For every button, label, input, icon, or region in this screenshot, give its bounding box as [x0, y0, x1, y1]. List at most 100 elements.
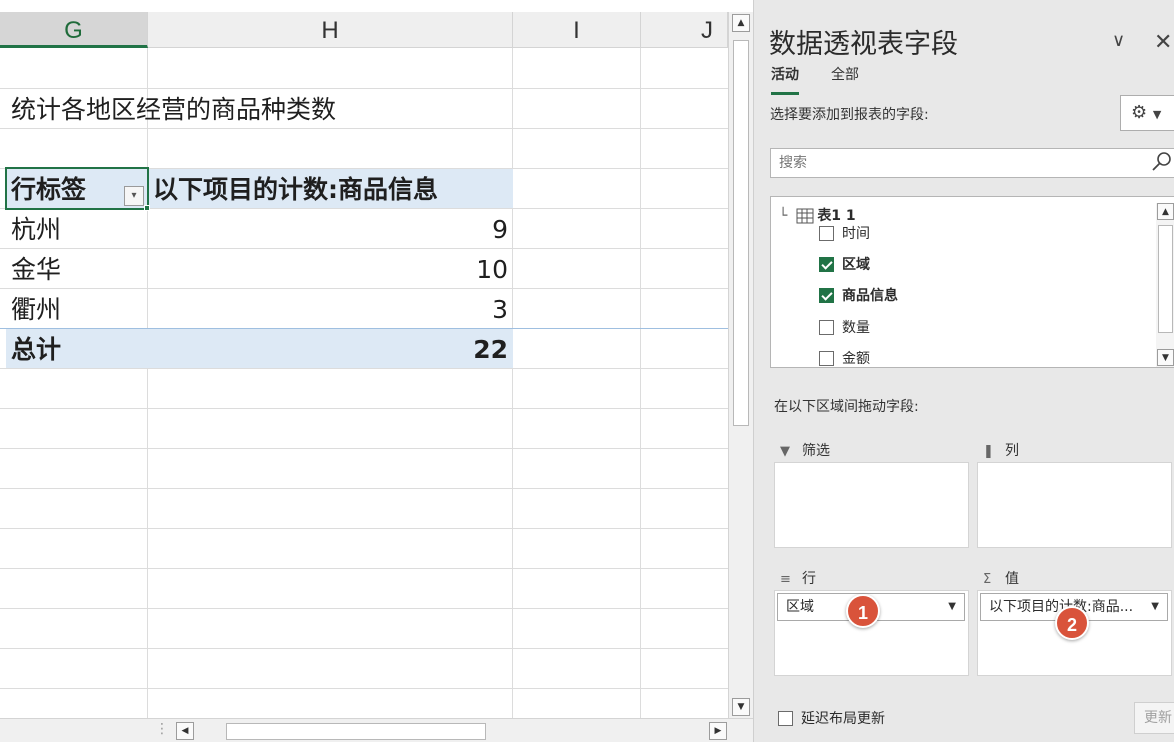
pivot-row-value[interactable]: 3 — [148, 288, 513, 328]
table-icon — [796, 208, 814, 224]
column-headers: G H I J — [0, 12, 728, 48]
scroll-left-button[interactable]: ◀ — [176, 722, 194, 740]
columns-area: ❚ 列 — [977, 432, 1172, 550]
search-icon[interactable] — [1150, 150, 1174, 174]
scroll-down-button[interactable]: ▼ — [1157, 349, 1174, 366]
fill-handle[interactable] — [144, 205, 150, 211]
field-label: 数量 — [842, 320, 870, 336]
column-header-h[interactable]: H — [148, 12, 513, 48]
defer-update-checkbox[interactable] — [778, 710, 793, 726]
filter-area-label: 筛选 — [802, 443, 830, 459]
pane-title: 数据透视表字段 — [769, 29, 958, 60]
values-area-label: 值 — [1005, 571, 1019, 587]
tab-all[interactable]: 全部 — [831, 64, 859, 92]
pivot-row-label[interactable]: 金华 — [6, 248, 66, 288]
gear-icon[interactable]: ⚙ ▼ — [1120, 95, 1174, 131]
field-label: 商品信息 — [842, 288, 898, 304]
grid-line — [640, 48, 641, 718]
field-checkbox[interactable] — [819, 287, 834, 303]
rows-icon: ≡ — [780, 572, 791, 587]
drag-fields-label: 在以下区域间拖动字段: — [774, 399, 919, 415]
scroll-up-button[interactable]: ▲ — [1157, 203, 1174, 220]
vertical-scroll-thumb[interactable] — [733, 40, 749, 426]
horizontal-scroll-thumb[interactable] — [226, 723, 486, 740]
column-header-j[interactable]: J — [641, 12, 728, 48]
tab-active[interactable]: 活动 — [771, 64, 799, 95]
filter-area: ▼ 筛选 — [774, 432, 969, 550]
scroll-down-button[interactable]: ▼ — [732, 698, 750, 716]
field-item[interactable]: 商品信息 — [819, 287, 898, 307]
field-checkbox[interactable] — [819, 319, 834, 335]
field-list-scroll-thumb[interactable] — [1158, 225, 1173, 333]
field-item[interactable]: 区域 — [819, 256, 870, 276]
grid-line — [0, 488, 728, 489]
vertical-scrollbar[interactable]: ▲ ▼ — [728, 12, 753, 718]
pivot-total-label[interactable]: 总计 — [6, 328, 66, 368]
filter-area-title: ▼ 筛选 — [780, 440, 830, 460]
scroll-up-button[interactable]: ▲ — [732, 14, 750, 32]
dropdown-arrow-icon[interactable]: ▼ — [948, 594, 956, 620]
pivot-row-value[interactable]: 10 — [148, 248, 513, 288]
cell-selection — [5, 167, 149, 210]
pivot-row-label[interactable]: 杭州 — [6, 208, 66, 248]
field-list-scrollbar[interactable]: ▲ ▼ — [1156, 203, 1174, 367]
grid-line — [0, 648, 728, 649]
grid-line — [512, 48, 513, 718]
grid-line — [0, 568, 728, 569]
field-checkbox[interactable] — [819, 225, 834, 241]
field-label: 区域 — [842, 257, 870, 273]
field-label: 时间 — [842, 226, 870, 242]
close-icon[interactable]: ✕ — [1154, 30, 1172, 55]
field-item[interactable]: 时间 — [819, 225, 870, 245]
grid-line — [0, 448, 728, 449]
grid-line — [0, 408, 728, 409]
filter-drop-zone[interactable] — [774, 462, 969, 548]
pivot-value-header[interactable]: 以下项目的计数:商品信息 — [148, 168, 443, 208]
step-badge-1: 1 — [846, 594, 880, 628]
field-checkbox[interactable] — [819, 256, 834, 272]
search-input[interactable] — [770, 148, 1174, 178]
rows-area-title: ≡ 行 — [780, 568, 816, 588]
field-item[interactable]: 金额 — [819, 350, 870, 367]
column-header-i[interactable]: I — [513, 12, 641, 48]
field-checkbox[interactable] — [819, 350, 834, 366]
grid-line — [0, 368, 728, 369]
horizontal-scrollbar[interactable]: ⋮ ◀ ▶ — [0, 718, 753, 742]
grid-line — [0, 608, 728, 609]
step-badge-2: 2 — [1055, 606, 1089, 640]
table-node[interactable]: └ 表1 1 — [779, 205, 856, 225]
sigma-icon: Σ — [983, 572, 992, 587]
grid-line — [0, 528, 728, 529]
pivot-field-pane: 数据透视表字段 ∨ ✕ 活动 全部 选择要添加到报表的字段: ⚙ ▼ └ 表1 … — [753, 0, 1174, 742]
dropdown-arrow-icon[interactable]: ▼ — [1151, 594, 1159, 620]
field-item[interactable]: 数量 — [819, 319, 870, 339]
column-header-g[interactable]: G — [0, 12, 148, 48]
columns-drop-zone[interactable] — [977, 462, 1172, 548]
pivot-total-value[interactable]: 22 — [148, 328, 513, 368]
choose-fields-label: 选择要添加到报表的字段: — [770, 107, 929, 123]
pivot-row-label[interactable]: 衢州 — [6, 288, 66, 328]
spreadsheet: G H I J 统计各地区经营的商品种类数 行标签 ▾ 以下项目的计数:商品信息… — [0, 0, 753, 742]
defer-update-option[interactable]: 延迟布局更新 — [778, 708, 885, 728]
title-cell[interactable]: 统计各地区经营的商品种类数 — [6, 88, 341, 128]
resize-grip-icon[interactable]: ⋮ — [155, 721, 169, 737]
field-label: 金额 — [842, 351, 870, 367]
scroll-right-button[interactable]: ▶ — [709, 722, 727, 740]
update-button[interactable]: 更新 — [1134, 702, 1174, 734]
columns-area-title: ❚ 列 — [983, 440, 1019, 460]
cell-grid[interactable]: 统计各地区经营的商品种类数 行标签 ▾ 以下项目的计数:商品信息 杭州 9 金华… — [0, 48, 728, 718]
row-field-label: 区域 — [786, 599, 814, 615]
top-strip — [0, 0, 728, 12]
grid-line — [0, 128, 728, 129]
filter-icon: ▼ — [780, 444, 790, 459]
grid-line — [0, 688, 728, 689]
rows-area-label: 行 — [802, 571, 816, 587]
values-area-title: Σ值 — [983, 568, 1019, 588]
grid-line — [147, 48, 148, 718]
tree-collapse-icon[interactable]: └ — [779, 208, 787, 224]
pivot-row-value[interactable]: 9 — [148, 208, 513, 248]
columns-area-label: 列 — [1005, 443, 1019, 459]
chevron-down-icon[interactable]: ∨ — [1112, 30, 1125, 51]
defer-update-label: 延迟布局更新 — [801, 711, 885, 727]
table-name: 表1 1 — [817, 208, 856, 224]
